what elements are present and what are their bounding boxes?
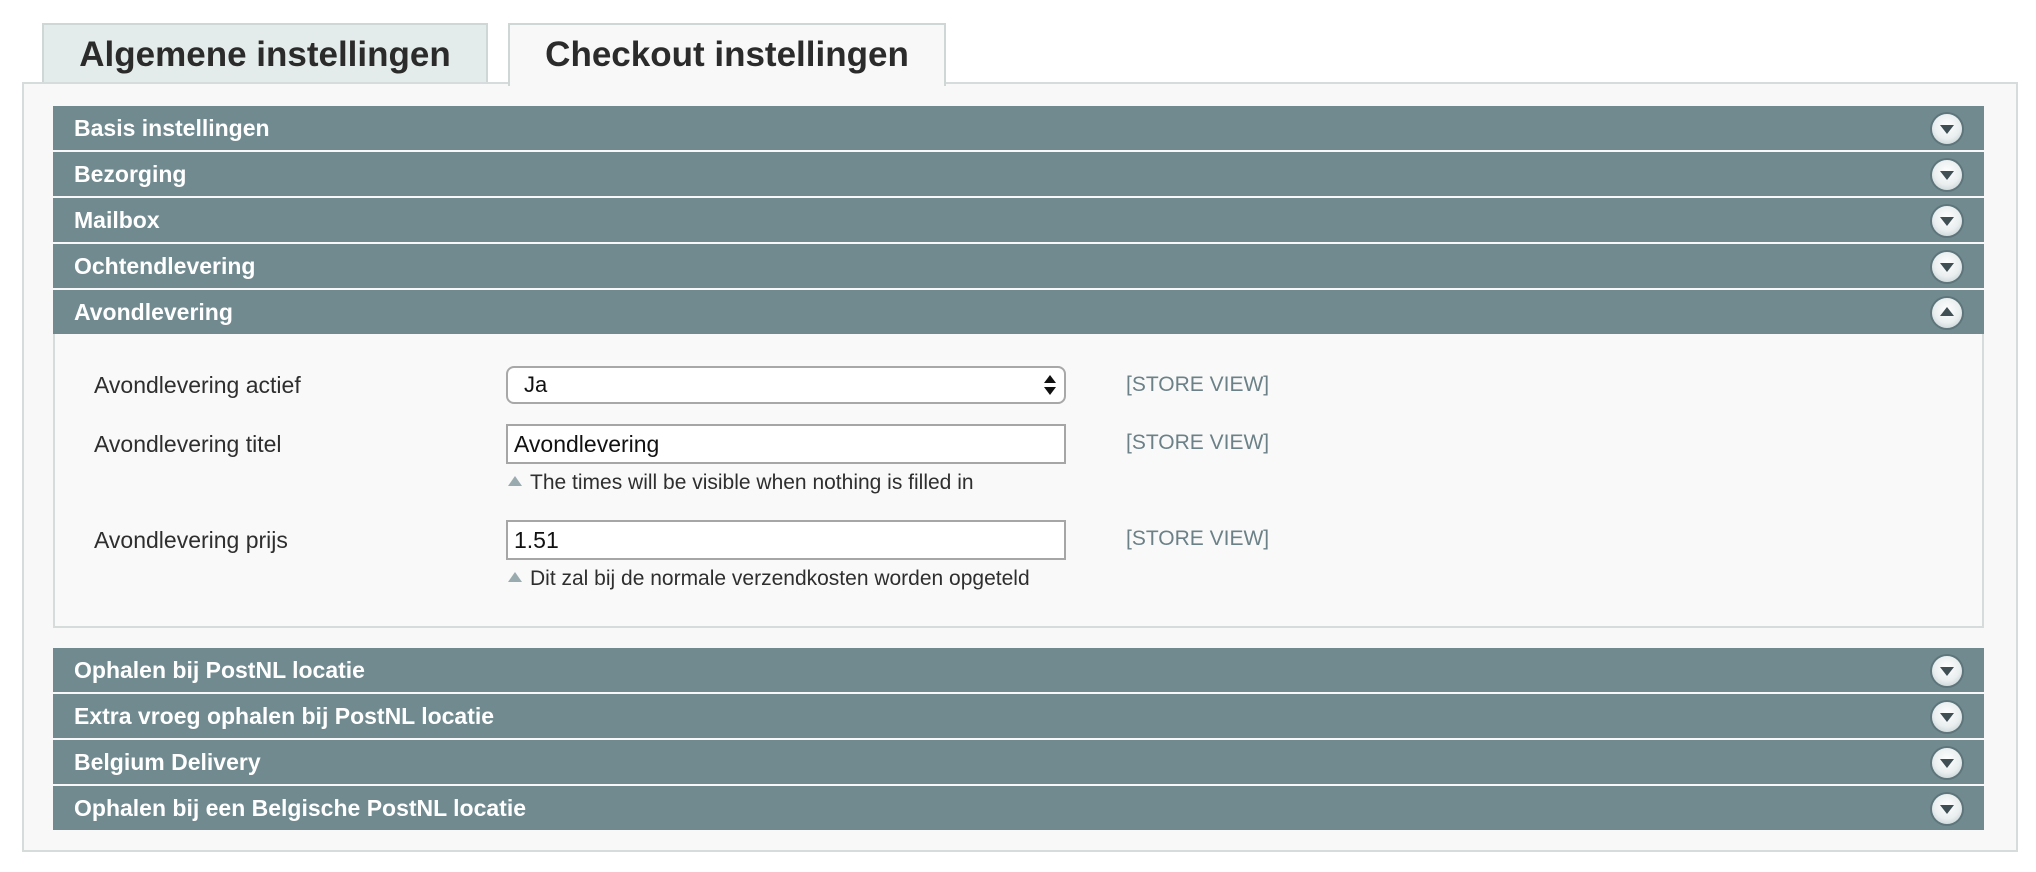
- section-title: Mailbox: [74, 207, 160, 233]
- chevron-up-icon[interactable]: [1932, 298, 1962, 328]
- section-bezorging[interactable]: Bezorging: [53, 152, 1984, 196]
- section-title: Bezorging: [74, 161, 187, 187]
- avondlevering-actief-label: Avondlevering actief: [94, 372, 301, 398]
- section-extra-vroeg-ophalen[interactable]: Extra vroeg ophalen bij PostNL locatie: [53, 694, 1984, 738]
- chevron-down-icon[interactable]: [1932, 748, 1962, 778]
- section-basis-instellingen[interactable]: Basis instellingen: [53, 106, 1984, 150]
- chevron-down-icon[interactable]: [1932, 794, 1962, 824]
- section-belgium-delivery[interactable]: Belgium Delivery: [53, 740, 1984, 784]
- section-title: Basis instellingen: [74, 115, 270, 141]
- avondlevering-titel-input[interactable]: [506, 424, 1066, 464]
- section-ochtendlevering[interactable]: Ochtendlevering: [53, 244, 1984, 288]
- chevron-down-icon[interactable]: [1932, 656, 1962, 686]
- section-title: Ophalen bij PostNL locatie: [74, 657, 365, 683]
- triangle-up-icon: [508, 572, 522, 583]
- section-title: Ophalen bij een Belgische PostNL locatie: [74, 795, 527, 821]
- chevron-down-icon[interactable]: [1932, 252, 1962, 282]
- field-note: Dit zal bij de normale verzendkosten wor…: [508, 567, 1030, 591]
- section-title: Avondlevering: [74, 299, 233, 325]
- avondlevering-prijs-input[interactable]: [506, 520, 1066, 560]
- scope-label: [STORE VIEW]: [1126, 373, 1270, 396]
- chevron-down-icon[interactable]: [1932, 160, 1962, 190]
- note-text: Dit zal bij de normale verzendkosten wor…: [530, 567, 1030, 590]
- chevron-down-icon[interactable]: [1932, 114, 1962, 144]
- tab-algemene-instellingen[interactable]: Algemene instellingen: [42, 23, 488, 83]
- note-text: The times will be visible when nothing i…: [530, 471, 974, 494]
- scope-label: [STORE VIEW]: [1126, 431, 1270, 454]
- chevron-down-icon[interactable]: [1932, 206, 1962, 236]
- select-value: Ja: [524, 372, 548, 397]
- section-mailbox[interactable]: Mailbox: [53, 198, 1984, 242]
- select-arrows-icon: [1044, 373, 1056, 399]
- section-title: Ochtendlevering: [74, 253, 256, 279]
- scope-label: [STORE VIEW]: [1126, 527, 1270, 550]
- avondlevering-actief-select[interactable]: Ja: [506, 366, 1066, 404]
- avondlevering-titel-label: Avondlevering titel: [94, 431, 282, 457]
- field-note: The times will be visible when nothing i…: [508, 471, 974, 495]
- triangle-up-icon: [508, 476, 522, 487]
- section-title: Belgium Delivery: [74, 749, 261, 775]
- tab-checkout-instellingen[interactable]: Checkout instellingen: [508, 23, 946, 86]
- avondlevering-prijs-label: Avondlevering prijs: [94, 527, 288, 553]
- section-avondlevering[interactable]: Avondlevering: [53, 290, 1984, 334]
- section-ophalen-postnl-locatie[interactable]: Ophalen bij PostNL locatie: [53, 648, 1984, 692]
- section-title: Extra vroeg ophalen bij PostNL locatie: [74, 703, 495, 729]
- chevron-down-icon[interactable]: [1932, 702, 1962, 732]
- section-ophalen-belgische-postnl-locatie[interactable]: Ophalen bij een Belgische PostNL locatie: [53, 786, 1984, 830]
